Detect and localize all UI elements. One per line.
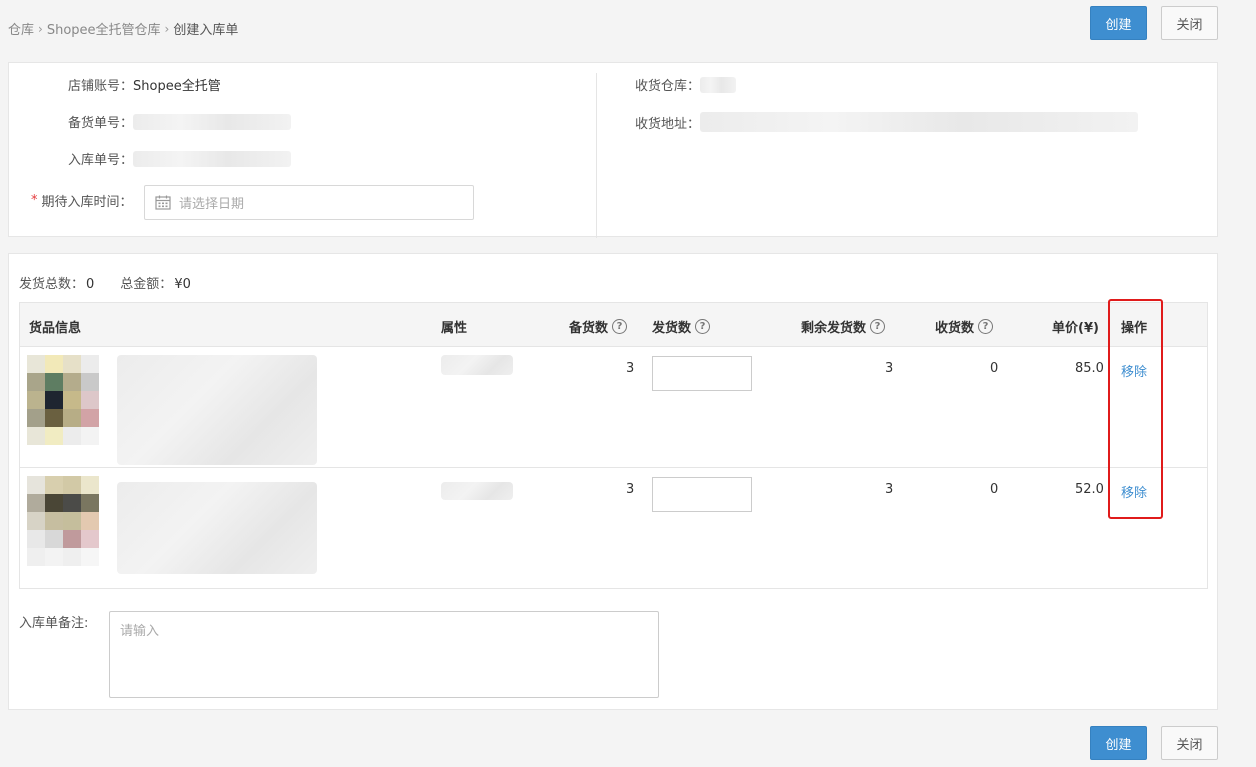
breadcrumb: 仓库 › Shopee全托管仓库 › 创建入库单 — [8, 19, 239, 39]
inbound-info-panel: 店铺账号： Shopee全托管 备货单号： 入库单号： * 期待入库时间： 请选… — [8, 62, 1218, 238]
total-amount-value: ¥0 — [174, 277, 191, 292]
total-ship-value: 0 — [86, 277, 95, 292]
product-attr-redacted — [441, 482, 513, 500]
header-received: 收货数? — [935, 317, 994, 336]
remove-link[interactable]: 移除 — [1121, 482, 1147, 501]
inbound-no-value-redacted — [133, 150, 292, 167]
header-stock-qty-label: 备货数 — [569, 321, 609, 336]
unit-price-cell: 85.0 — [1075, 361, 1104, 376]
help-icon[interactable]: ? — [870, 319, 886, 334]
product-attr-redacted — [441, 355, 513, 375]
received-cell: 0 — [990, 482, 999, 497]
stock-qty-cell: 3 — [626, 482, 635, 497]
help-icon[interactable]: ? — [978, 319, 994, 334]
expected-time-row: * 期待入库时间： — [31, 191, 133, 210]
inbound-no-row: 入库单号： — [68, 149, 292, 168]
header-received-label: 收货数 — [935, 321, 975, 336]
create-button-bottom[interactable]: 创建 — [1090, 726, 1147, 760]
remaining-cell: 3 — [885, 361, 894, 376]
expected-time-label: 期待入库时间： — [41, 195, 133, 210]
total-amount-label: 总金额： — [120, 277, 173, 292]
create-button-top[interactable]: 创建 — [1090, 6, 1147, 40]
chevron-right-icon: › — [164, 21, 170, 36]
header-stock-qty: 备货数? — [569, 317, 628, 336]
shop-account-row: 店铺账号： Shopee全托管 — [68, 75, 221, 94]
header-unit-price: 单价(¥) — [1052, 317, 1099, 336]
header-goods: 货品信息 — [29, 317, 81, 336]
summary-bar: 发货总数： 0 总金额： ¥0 — [19, 273, 191, 292]
ship-qty-input[interactable] — [652, 356, 752, 391]
top-bar: 仓库 › Shopee全托管仓库 › 创建入库单 创建 关闭 — [0, 0, 1256, 56]
goods-table: 货品信息 属性 备货数? 发货数? 剩余发货数? 收货数? 单价(¥) 操作 3… — [19, 302, 1208, 589]
total-ship-label: 发货总数： — [19, 277, 85, 292]
shop-account-value: Shopee全托管 — [133, 79, 221, 94]
inbound-no-label: 入库单号： — [68, 153, 134, 168]
shop-account-label: 店铺账号： — [68, 79, 134, 94]
calendar-icon — [155, 195, 171, 210]
header-ship-qty: 发货数? — [652, 317, 711, 336]
address-label: 收货地址： — [635, 116, 701, 132]
header-attr: 属性 — [441, 317, 467, 336]
header-remaining: 剩余发货数? — [801, 317, 886, 336]
remaining-cell: 3 — [885, 482, 894, 497]
help-icon[interactable]: ? — [612, 319, 628, 334]
warehouse-label: 收货仓库： — [635, 79, 701, 94]
warehouse-row: 收货仓库： — [635, 75, 737, 94]
header-unit-price-label: 单价(¥) — [1052, 321, 1099, 336]
table-row: 3 3 0 52.0 移除 — [20, 468, 1207, 589]
product-title-redacted — [117, 482, 317, 574]
help-icon[interactable]: ? — [695, 319, 711, 334]
close-button-top[interactable]: 关闭 — [1161, 6, 1218, 40]
breadcrumb-item-warehouse[interactable]: 仓库 — [8, 19, 34, 38]
ship-qty-input[interactable] — [652, 477, 752, 512]
table-row: 3 3 0 85.0 移除 — [20, 347, 1207, 468]
header-attr-label: 属性 — [441, 321, 468, 336]
header-action-label: 操作 — [1121, 321, 1148, 336]
stock-no-value-redacted — [133, 113, 292, 130]
stock-no-label: 备货单号： — [68, 116, 134, 131]
table-header: 货品信息 属性 备货数? 发货数? 剩余发货数? 收货数? 单价(¥) 操作 — [20, 303, 1207, 347]
expected-date-picker[interactable]: 请选择日期 — [144, 185, 474, 220]
total-ship-stat: 发货总数： 0 — [19, 273, 94, 292]
warehouse-value-redacted — [700, 76, 737, 93]
breadcrumb-item-shopee-warehouse[interactable]: Shopee全托管仓库 — [47, 19, 161, 38]
address-row: 收货地址： — [635, 112, 1139, 132]
product-thumbnail — [27, 355, 99, 445]
date-placeholder: 请选择日期 — [179, 197, 245, 212]
product-thumbnail — [27, 476, 99, 566]
column-divider — [596, 73, 597, 238]
received-cell: 0 — [990, 361, 999, 376]
total-amount-stat: 总金额： ¥0 — [120, 273, 191, 292]
address-value-redacted — [700, 112, 1139, 132]
header-ship-qty-label: 发货数 — [652, 321, 692, 336]
goods-panel: 发货总数： 0 总金额： ¥0 货品信息 属性 备货数? 发货数? 剩余发货数? 收… — [8, 253, 1218, 710]
remark-textarea[interactable]: 请输入 — [109, 611, 659, 698]
remark-label: 入库单备注: — [19, 616, 89, 631]
stock-qty-cell: 3 — [626, 361, 635, 376]
header-goods-label: 货品信息 — [29, 321, 82, 336]
product-title-redacted — [117, 355, 317, 465]
close-button-bottom[interactable]: 关闭 — [1161, 726, 1218, 760]
header-remaining-label: 剩余发货数 — [801, 321, 867, 336]
required-asterisk: * — [31, 193, 38, 208]
unit-price-cell: 52.0 — [1075, 482, 1104, 497]
breadcrumb-current: 创建入库单 — [173, 23, 239, 38]
remove-link[interactable]: 移除 — [1121, 361, 1147, 380]
chevron-right-icon: › — [38, 21, 43, 36]
stock-no-row: 备货单号： — [68, 112, 292, 131]
header-action: 操作 — [1121, 317, 1147, 336]
